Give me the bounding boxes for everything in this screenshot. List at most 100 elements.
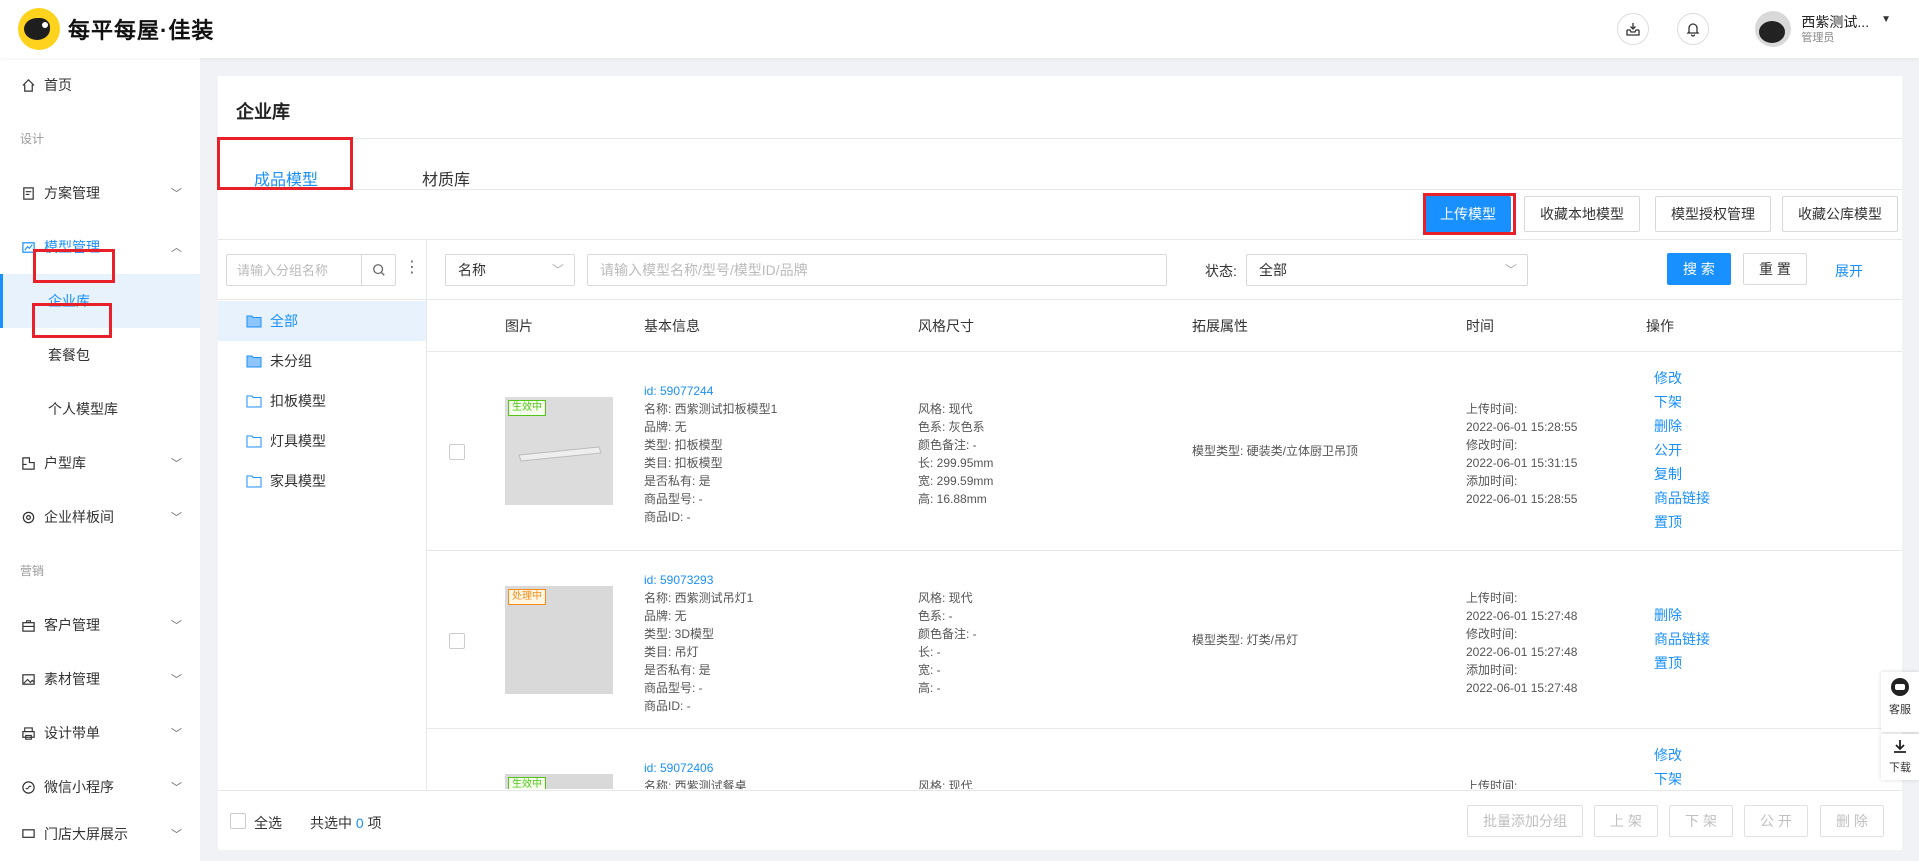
model-thumbnail[interactable]: 处理中 — [505, 586, 613, 694]
make-public-button[interactable]: 公 开 — [1744, 805, 1808, 837]
style-line: 颜色备注: - — [918, 438, 977, 452]
time-line: 上传时间: — [1466, 591, 1518, 605]
info-line: 类型: 扣板模型 — [644, 438, 723, 452]
user-menu[interactable]: 西紫测试... 管理员 — [1801, 13, 1869, 45]
unpublish-link[interactable]: 下架 — [1654, 390, 1710, 414]
more-icon[interactable]: ⋮ — [404, 260, 420, 276]
chevron-down-icon: ﹀ — [1504, 263, 1517, 277]
model-auth-button[interactable]: 模型授权管理 — [1655, 196, 1771, 232]
delete-link[interactable]: 删除 — [1654, 414, 1710, 438]
model-id[interactable]: id: 59072406 — [644, 759, 747, 777]
logo-text: 每平每屋·佳装 — [68, 18, 215, 43]
expand-link[interactable]: 展开 — [1835, 261, 1863, 281]
upload-model-button[interactable]: 上传模型 — [1425, 196, 1511, 232]
sidebar-item-label: 素材管理 — [44, 671, 100, 687]
model-id[interactable]: id: 59077244 — [644, 382, 777, 400]
product-link[interactable]: 商品链接 — [1654, 486, 1710, 510]
collect-public-model-button[interactable]: 收藏公库模型 — [1782, 196, 1898, 232]
sidebar-item-package[interactable]: 套餐包 — [0, 328, 200, 382]
unpublish-link[interactable]: 下架 — [1654, 767, 1682, 789]
keyword-input[interactable] — [587, 254, 1167, 286]
tab-finished-models[interactable]: 成品模型 — [254, 156, 318, 206]
mini-program-icon — [20, 779, 36, 795]
edit-link[interactable]: 修改 — [1654, 743, 1682, 767]
group-item-label: 未分组 — [270, 353, 312, 369]
brand-logo[interactable]: 每平每屋·佳装 — [18, 8, 214, 50]
delete-link[interactable]: 删除 — [1654, 603, 1710, 627]
sidebar-item-plan[interactable]: 方案管理 ﹀ — [0, 166, 200, 220]
briefcase-icon — [20, 617, 36, 633]
sidebar-item-store-display[interactable]: 门店大屏展示 ﹀ — [0, 814, 200, 854]
time-line: 2022-06-01 15:28:55 — [1466, 492, 1578, 506]
sidebar-item-design-order[interactable]: 设计带单 ﹀ — [0, 706, 200, 760]
search-button[interactable]: 搜 索 — [1667, 253, 1731, 285]
sidebar-item-material[interactable]: 素材管理 ﹀ — [0, 652, 200, 706]
search-icon[interactable] — [361, 255, 395, 285]
download-button[interactable]: 下载 — [1881, 734, 1919, 780]
sidebar-item-model[interactable]: 模型管理 ︿ — [0, 220, 200, 274]
tabs-divider — [218, 189, 1902, 190]
table-row: 生效中 id: 59072406 名称: 西紫测试餐桌 风格: 现代 上传时间:… — [427, 729, 1902, 789]
group-item-label: 全部 — [270, 313, 298, 329]
time-line: 上传时间: — [1466, 402, 1518, 416]
pin-top-link[interactable]: 置顶 — [1654, 651, 1710, 675]
sidebar-item-customer[interactable]: 客户管理 ﹀ — [0, 598, 200, 652]
sidebar-item-sample-room[interactable]: 企业样板间 ﹀ — [0, 490, 200, 544]
time-line: 修改时间: — [1466, 627, 1518, 641]
style-line: 色系: 灰色系 — [918, 420, 985, 434]
column-header: 拓展属性 — [1192, 318, 1248, 334]
row-checkbox[interactable] — [449, 444, 465, 460]
sidebar-item-label: 模型管理 — [44, 239, 100, 255]
sidebar-item-personal-lib[interactable]: 个人模型库 — [0, 382, 200, 436]
delete-button[interactable]: 删 除 — [1820, 805, 1884, 837]
chevron-down-icon: ﹀ — [171, 188, 182, 200]
chevron-down-icon: ﹀ — [171, 620, 182, 632]
group-search — [226, 254, 396, 286]
ext-attr: 模型类型: 硬装类/立体厨卫吊顶 — [1192, 444, 1359, 458]
edit-link[interactable]: 修改 — [1654, 366, 1710, 390]
field-select[interactable]: 名称 ﹀ — [445, 254, 575, 286]
chevron-down-icon: ﹀ — [171, 512, 182, 524]
model-thumbnail[interactable]: 生效中 — [505, 774, 613, 789]
column-header: 图片 — [505, 318, 533, 334]
style-line: 风格: 现代 — [918, 779, 973, 789]
group-item-all[interactable]: 全部 — [218, 301, 426, 341]
copy-link[interactable]: 复制 — [1654, 462, 1710, 486]
notification-button[interactable] — [1677, 13, 1710, 45]
customer-service-button[interactable]: 客服 — [1881, 672, 1919, 732]
product-link[interactable]: 商品链接 — [1654, 627, 1710, 651]
tab-material-lib[interactable]: 材质库 — [422, 156, 470, 206]
group-item-panel-models[interactable]: 扣板模型 — [218, 381, 426, 421]
group-item-ungrouped[interactable]: 未分组 — [218, 341, 426, 381]
time-info: 上传时间: 2022-06-01 15:27:48 修改时间: 2022-06-… — [1466, 589, 1577, 697]
batch-add-group-button[interactable]: 批量添加分组 — [1467, 805, 1583, 837]
info-line: 商品ID: - — [644, 699, 691, 713]
reset-button[interactable]: 重 置 — [1743, 253, 1807, 285]
chevron-down-icon[interactable]: ▼ — [1881, 14, 1891, 25]
group-search-input[interactable] — [227, 256, 361, 284]
time-line: 上传时间: — [1466, 779, 1518, 789]
inbox-button[interactable] — [1617, 13, 1650, 45]
publish-up-button[interactable]: 上 架 — [1594, 805, 1658, 837]
group-item-light-models[interactable]: 灯具模型 — [218, 421, 426, 461]
row-checkbox[interactable] — [449, 633, 465, 649]
status-select[interactable]: 全部 ﹀ — [1246, 254, 1528, 286]
sidebar-item-enterprise-lib[interactable]: 企业库 — [0, 274, 200, 328]
model-thumbnail[interactable]: 生效中 — [505, 397, 613, 505]
publish-down-button[interactable]: 下 架 — [1669, 805, 1733, 837]
sidebar-item-house[interactable]: 户型库 ﹀ — [0, 436, 200, 490]
folder-icon — [246, 475, 262, 488]
pin-top-link[interactable]: 置顶 — [1654, 510, 1710, 534]
model-id[interactable]: id: 59073293 — [644, 571, 753, 589]
group-item-furniture-models[interactable]: 家具模型 — [218, 461, 426, 501]
sidebar-item-wechat[interactable]: 微信小程序 ﹀ — [0, 760, 200, 814]
avatar[interactable] — [1755, 11, 1792, 47]
time-line: 添加时间: — [1466, 474, 1518, 488]
folder-icon — [246, 395, 262, 408]
select-all-checkbox[interactable] — [230, 813, 246, 829]
publish-link[interactable]: 公开 — [1654, 438, 1710, 462]
sidebar-item-home[interactable]: 首页 — [0, 58, 200, 112]
table-footer: 全选 共选中 0 项 批量添加分组 上 架 下 架 公 开 删 除 — [218, 790, 1902, 850]
select-all-label[interactable]: 全选 — [254, 813, 282, 833]
collect-local-model-button[interactable]: 收藏本地模型 — [1524, 196, 1640, 232]
